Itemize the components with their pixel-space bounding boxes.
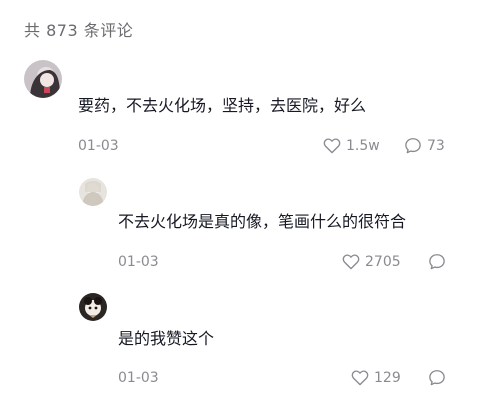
comment-text: 要药，不去火化场，坚持，去医院，好么 xyxy=(78,96,367,115)
comment-date: 01-03 xyxy=(78,138,119,154)
like-button[interactable]: 1.5w xyxy=(323,137,380,154)
reply-date: 01-03 xyxy=(118,254,159,270)
heart-icon xyxy=(323,138,341,154)
heart-icon xyxy=(342,254,360,270)
avatar[interactable] xyxy=(24,60,62,98)
heart-icon xyxy=(351,370,369,386)
reply-button[interactable] xyxy=(428,369,446,386)
reply-button[interactable] xyxy=(428,253,446,270)
reply-text: 是的我赞这个 xyxy=(118,329,215,348)
comment-bubble-icon xyxy=(429,370,445,386)
avatar[interactable] xyxy=(79,293,107,321)
like-count: 2705 xyxy=(365,253,401,270)
like-count: 129 xyxy=(374,369,401,386)
like-button[interactable]: 2705 xyxy=(342,253,401,270)
reply-count: 73 xyxy=(427,137,445,154)
reply-button[interactable]: 73 xyxy=(404,137,445,154)
avatar[interactable] xyxy=(79,178,107,206)
comment-count: 共 873 条评论 xyxy=(24,21,134,40)
comment-bubble-icon xyxy=(405,138,421,154)
reply-date: 01-03 xyxy=(118,370,159,386)
comment-bubble-icon xyxy=(429,254,445,270)
like-button[interactable]: 129 xyxy=(351,369,401,386)
like-count: 1.5w xyxy=(346,137,380,154)
reply-text: 不去火化场是真的像，笔画什么的很符合 xyxy=(118,212,407,231)
